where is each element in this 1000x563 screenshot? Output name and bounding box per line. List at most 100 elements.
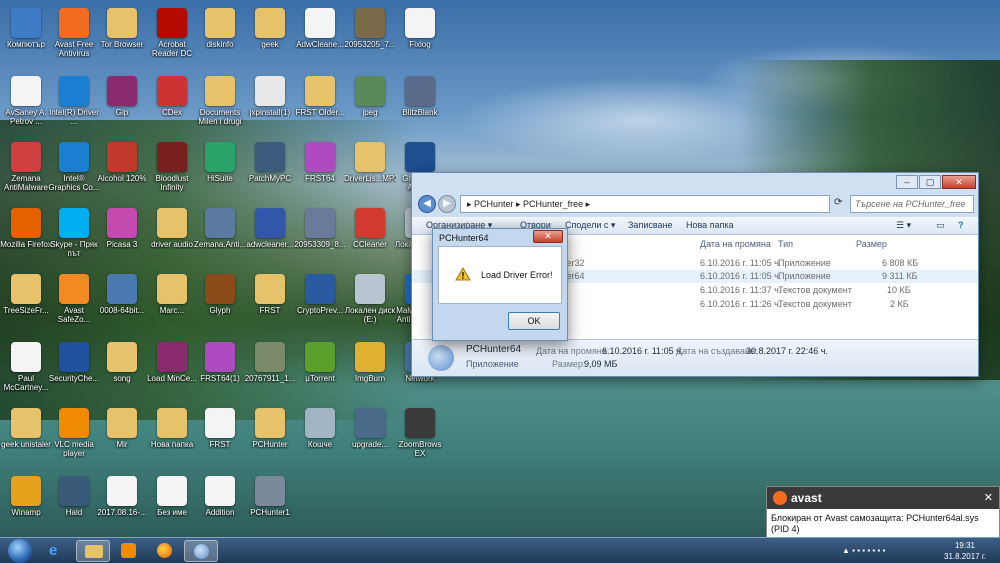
taskbar-ie-button[interactable]: e	[40, 540, 74, 562]
view-options-icon[interactable]: ☰ ▾	[896, 220, 911, 231]
desktop-icon[interactable]: 20953205_7...	[344, 2, 396, 68]
desktop-icon[interactable]: TreeSizeFr...	[0, 268, 52, 334]
preview-pane-icon[interactable]: ▭	[936, 220, 945, 231]
desktop-icon[interactable]: FRST Older...	[294, 70, 346, 136]
minimize-button[interactable]: ‒	[896, 175, 918, 189]
column-date-modified[interactable]: Дата на промяна	[700, 239, 771, 249]
taskbar-media-button[interactable]	[112, 540, 146, 562]
desktop-icon[interactable]: CryptoPrev...	[294, 268, 346, 334]
desktop-icon[interactable]: Zemana.Anti...	[194, 202, 246, 268]
desktop-icon[interactable]: jxpinstall(1)	[244, 70, 296, 136]
desktop-icon[interactable]: Intel® Graphics Co...	[48, 136, 100, 202]
desktop-icon[interactable]: 2017.08.16-...	[96, 470, 148, 536]
column-type[interactable]: Тип	[778, 239, 793, 249]
desktop-icon[interactable]: Marc...	[146, 268, 198, 334]
desktop-icon[interactable]: Компютър	[0, 2, 52, 68]
tray-icons[interactable]: ▲ ▪ ▪ ▪ ▪ ▪ ▪ ▪	[842, 546, 885, 555]
desktop-icon[interactable]: AvSaney A. Petrov ...	[0, 70, 52, 136]
desktop-icon[interactable]: adwcleaner...	[244, 202, 296, 268]
dialog-close-button[interactable]: ✕	[533, 230, 563, 243]
address-bar[interactable]: ▸ PCHunter ▸ PCHunter_free ▸	[460, 195, 830, 213]
desktop-icon[interactable]: µTorrent	[294, 336, 346, 402]
desktop-icon[interactable]: HiSuite	[194, 136, 246, 202]
desktop-icon[interactable]: jpeg	[344, 70, 396, 136]
desktop-icon[interactable]: geek	[244, 2, 296, 68]
desktop-icon[interactable]: upgrade...	[344, 402, 396, 468]
desktop-icon[interactable]: Winamp	[0, 470, 52, 536]
desktop-icon[interactable]: FRST64(1)	[194, 336, 246, 402]
desktop-icon[interactable]: Mozilla Firefox	[0, 202, 52, 268]
desktop-icon[interactable]: Локален диск (E:)	[344, 268, 396, 334]
ok-button[interactable]: OK	[508, 312, 560, 330]
desktop-icon[interactable]: Fixlog	[394, 2, 446, 68]
new-folder-button[interactable]: Нова папка	[686, 220, 734, 230]
desktop-icon[interactable]: song	[96, 336, 148, 402]
desktop-icon[interactable]: AdwCleane...	[294, 2, 346, 68]
desktop-icon[interactable]: PCHunter	[244, 402, 296, 468]
desktop-icon[interactable]: diskinfo	[194, 2, 246, 68]
desktop-icon[interactable]: Glyph	[194, 268, 246, 334]
desktop-icon[interactable]: Tor Browser	[96, 2, 148, 68]
desktop-icon[interactable]: Без име	[146, 470, 198, 536]
column-size[interactable]: Размер	[856, 239, 887, 249]
tray-clock[interactable]: 19:31 31.8.2017 г.	[944, 540, 986, 562]
file-size: 2 КБ	[890, 299, 909, 309]
desktop-icon[interactable]: Gip	[96, 70, 148, 136]
taskbar-pchunter-button[interactable]	[184, 540, 218, 562]
desktop-icon[interactable]: DriverLis...MP3	[344, 136, 396, 202]
close-button[interactable]: ✕	[942, 175, 976, 189]
taskbar-firefox-button[interactable]	[148, 540, 182, 562]
desktop-icon[interactable]: Paul McCartney...	[0, 336, 52, 402]
desktop-icon[interactable]: FRST	[244, 268, 296, 334]
desktop-icon[interactable]: Picasa 3	[96, 202, 148, 268]
help-icon[interactable]: ?	[958, 220, 964, 230]
avast-message: Блокиран от Avast самозащита: PCHunter64…	[771, 513, 979, 534]
desktop-icon[interactable]: 20953309_8...	[294, 202, 346, 268]
back-icon[interactable]: ◀	[418, 195, 436, 213]
desktop-icon[interactable]: Addition	[194, 470, 246, 536]
desktop-icon[interactable]: geek unistaler	[0, 402, 52, 468]
desktop-icon[interactable]: ZoomBrows EX	[394, 402, 446, 468]
desktop-icon[interactable]: CDex	[146, 70, 198, 136]
desktop-icon[interactable]: CCleaner	[344, 202, 396, 268]
desktop-icon[interactable]: Hald	[48, 470, 100, 536]
avast-close-icon[interactable]: ✕	[984, 491, 993, 504]
desktop-icon[interactable]: Bloodlust Infinity	[146, 136, 198, 202]
desktop-icon-label: Glyph	[209, 306, 231, 315]
desktop-icon[interactable]: Skype - Пряк път	[48, 202, 100, 268]
desktop-icon[interactable]: PatchMyPC	[244, 136, 296, 202]
share-with-menu[interactable]: Сподели с ▾	[565, 220, 615, 231]
desktop-icon[interactable]: 0008-64bit...	[96, 268, 148, 334]
forward-icon[interactable]: ▶	[438, 195, 456, 213]
desktop-icon[interactable]: SecurityChe...	[48, 336, 100, 402]
start-orb-icon[interactable]	[8, 539, 32, 563]
burn-button[interactable]: Записване	[628, 220, 673, 230]
desktop-icon[interactable]: Documents Milen i drugi	[194, 70, 246, 136]
search-input[interactable]: Търсене на PCHunter_free	[850, 195, 974, 213]
desktop-icon[interactable]: Acrobat Reader DC	[146, 2, 198, 68]
desktop-icon[interactable]: Zemana AntiMalware	[0, 136, 52, 202]
refresh-icon[interactable]: ⟳	[834, 197, 842, 208]
desktop-icon[interactable]: Load MinCe...	[146, 336, 198, 402]
desktop-icon[interactable]: Кошче	[294, 402, 346, 468]
desktop-icon[interactable]: FRST	[194, 402, 246, 468]
desktop-icon[interactable]: VLC media player	[48, 402, 100, 468]
desktop-icon[interactable]: PCHunter1	[244, 470, 296, 536]
desktop-icon[interactable]: FRST64	[294, 136, 346, 202]
taskbar-explorer-button[interactable]	[76, 540, 110, 562]
document-icon	[205, 408, 235, 438]
desktop-icon[interactable]: ImgBurn	[344, 336, 396, 402]
maximize-button[interactable]: ▢	[919, 175, 941, 189]
desktop-icon[interactable]: Intel(R) Driver ...	[48, 70, 100, 136]
desktop-icon[interactable]: Mir	[96, 402, 148, 468]
desktop-icon[interactable]: Avast Free Antivirus	[48, 2, 100, 68]
error-dialog[interactable]: PCHunter64 ✕ Load Driver Error! OK	[432, 228, 568, 341]
desktop-icon[interactable]: Avast SafeZo...	[48, 268, 100, 334]
desktop-icon[interactable]: driver audio	[146, 202, 198, 268]
avast-brand: avast	[791, 491, 822, 505]
desktop-icon[interactable]: Alcohol 120%	[96, 136, 148, 202]
desktop-icon[interactable]: 20767911_1...	[244, 336, 296, 402]
avast-notification[interactable]: avast ✕ Блокиран от Avast самозащита: PC…	[766, 486, 1000, 538]
desktop-icon[interactable]: Нова папка	[146, 402, 198, 468]
desktop-icon[interactable]: BlitzBlank	[394, 70, 446, 136]
